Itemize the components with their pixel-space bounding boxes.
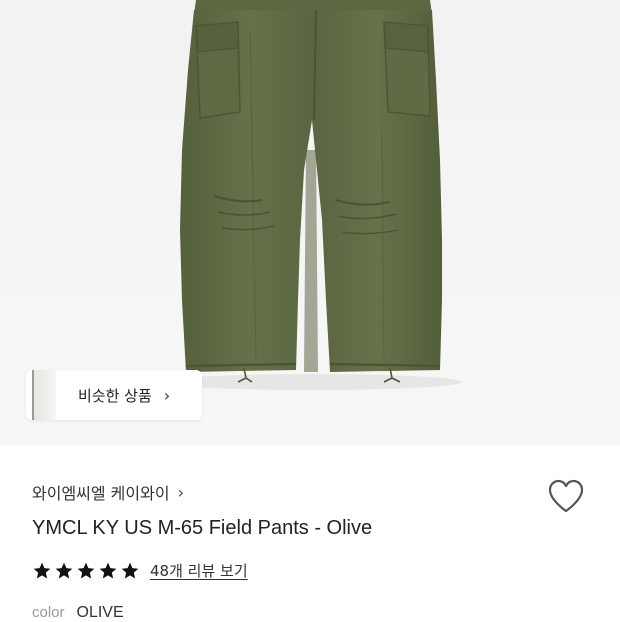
star-icon [121,562,139,578]
similar-product-thumbnail [32,370,56,420]
star-rating [32,561,140,581]
rating-row: 48개 리뷰 보기 [32,560,248,581]
brand-name: 와이엠씨엘 케이와이 [32,484,170,503]
product-title: YMCL KY US M-65 Field Pants - Olive [32,517,373,539]
product-image-area[interactable]: 비슷한 상품 › [0,0,620,446]
reviews-link[interactable]: 48개 리뷰 보기 [150,560,248,581]
heart-icon[interactable] [547,478,585,514]
star-icon [77,562,95,578]
star-icon [55,562,73,578]
similar-products-button[interactable]: 비슷한 상품 › [26,370,202,420]
color-option-label: color [32,604,65,621]
similar-products-label: 비슷한 상품 [78,386,152,405]
star-icon [99,562,117,578]
chevron-right-icon: › [163,385,171,405]
color-option-value: OLIVE [76,604,124,621]
color-option: color OLIVE [32,604,124,622]
brand-link[interactable]: 와이엠씨엘 케이와이 › [32,480,184,504]
chevron-right-icon: › [177,482,184,502]
star-icon [33,562,51,578]
